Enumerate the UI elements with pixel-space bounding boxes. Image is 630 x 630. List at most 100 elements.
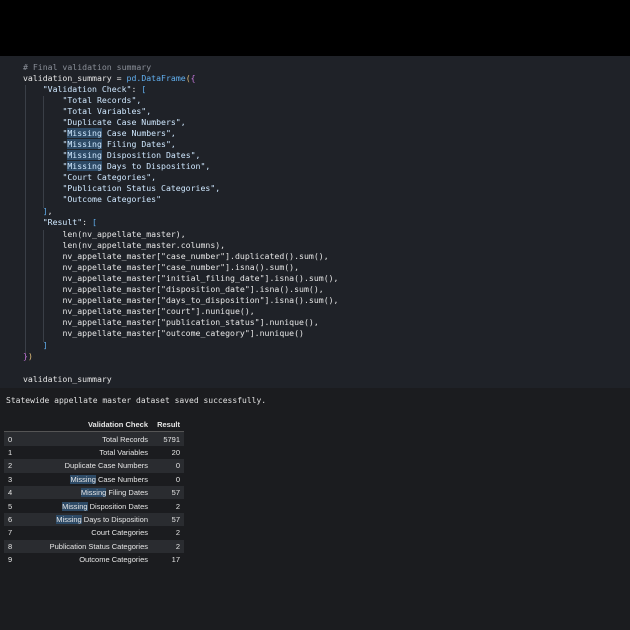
code-close-call: }) [23,351,33,362]
code-result-item: nv_appellate_master["disposition_date"].… [23,284,324,295]
code-check-item: "Total Variables", [23,106,151,117]
code-check-item: "Missing Case Numbers", [23,128,176,139]
key-check: "Validation Check" [42,84,132,94]
string-literal: , [146,106,152,116]
result-cell: 57 [171,514,180,524]
result-cell: 17 [171,555,180,565]
code-check-item: "Outcome Categories" [23,194,161,205]
bracket-close: ] [42,340,48,350]
string-literal: Days to Disposition", [101,161,211,171]
search-highlight: Missing [67,139,102,149]
table-row: 2 Duplicate Case Numbers 0 [4,459,184,473]
validation-check-cell: Publication Status Categories [49,541,148,551]
result-cell: 2 [175,528,180,538]
validation-check-cell: Missing Filing Dates [80,488,148,498]
search-highlight: Missing [56,514,82,524]
module-name: pd [126,73,137,83]
stdout-text: Statewide appellate master dataset saved… [6,396,267,405]
search-highlight: Missing [62,501,88,511]
table-row: 3 Missing Case Numbers 0 [4,472,184,486]
result-cell: 57 [171,488,180,498]
bracket-close: ] [42,206,48,216]
table-row: 9 Outcome Categories 17 [4,552,184,567]
row-index: 0 [8,434,13,444]
result-cell: 2 [175,501,180,511]
expression: len(nv_appellate_master.columns), [62,240,226,250]
code-result-item: nv_appellate_master["court"].nunique(), [23,306,255,317]
table-row: 7 Court Categories 2 [4,526,184,540]
key-result: "Result" [42,217,83,227]
dataframe-table: Validation Check Result 0 Total Records 57… [4,418,184,567]
expression: nv_appellate_master["case_number"].dupli… [62,251,329,261]
result-header: Result [152,418,184,433]
table-row: 0 Total Records 5791 [4,431,184,446]
expression: nv_appellate_master["outcome_category"].… [62,328,304,338]
row-index: 1 [8,447,13,457]
constructor-name: .DataFrame [136,73,186,83]
string-literal: Disposition Dates", [101,150,201,160]
code-result-item: nv_appellate_master["outcome_category"].… [23,328,304,339]
string-literal: "Court Categories" [62,172,152,182]
expression: nv_appellate_master["court"].nunique(), [62,306,255,316]
table-header-row: Validation Check Result [4,418,184,433]
table-row: 1 Total Variables 20 [4,445,184,460]
table-row: 6 Missing Days to Disposition 57 [4,512,184,527]
expression: nv_appellate_master["publication_status"… [62,317,319,327]
code-close-list: ], [42,206,53,216]
string-literal: "Outcome Categories" [62,194,162,204]
expression: nv_appellate_master["initial_filing_date… [62,273,339,283]
string-literal: "Publication Status Categories" [62,183,216,193]
code-result-item: nv_appellate_master["initial_filing_date… [23,273,338,284]
expression: len(nv_appellate_master), [62,229,186,239]
code-check-item: "Duplicate Case Numbers", [23,117,186,128]
string-literal: , [180,117,186,127]
validation-check-cell: Missing Disposition Dates [62,501,148,511]
assign-var: validation_summary [23,73,112,83]
validation-check-cell: Missing Case Numbers [70,474,148,484]
table-row: 4 Missing Filing Dates 57 [4,485,184,500]
table-row: 8 Publication Status Categories 2 [4,539,184,553]
result-cell: 0 [175,474,180,484]
bracket-open: [ [141,84,147,94]
validation-check-cell: Total Variables [99,447,148,457]
string-literal: "Total Records" [62,95,137,105]
row-index: 5 [8,501,13,511]
code-result-item: nv_appellate_master["case_number"].dupli… [23,251,329,262]
row-index: 4 [8,488,13,498]
string-literal: "Duplicate Case Numbers" [62,117,181,127]
code-final-expr: validation_summary [23,374,112,384]
result-cell: 20 [171,447,180,457]
string-literal: , [151,172,157,182]
code-cell[interactable]: # Final validation summary validation_su… [0,56,630,388]
validation-check-cell: Outcome Categories [79,555,148,565]
code-check-item: "Missing Days to Disposition", [23,161,210,172]
code-check-item: "Missing Filing Dates", [23,139,176,150]
validation-check-cell: Court Categories [91,528,148,538]
row-index: 7 [8,528,13,538]
validation-check-header: Validation Check [26,418,152,433]
search-highlight: Missing [67,161,102,171]
code-result-item: nv_appellate_master["days_to_disposition… [23,295,338,306]
string-literal: , [215,183,221,193]
code-key-result-line: "Result": [ [42,217,97,227]
search-highlight: Missing [67,128,102,138]
paren-close: ) [27,351,33,361]
string-literal: "Total Variables" [62,106,147,116]
code-check-item: "Missing Disposition Dates", [23,150,200,161]
row-index: 8 [8,541,13,551]
code-check-item: "Total Records", [23,95,141,106]
code-result-item: nv_appellate_master["case_number"].isna(… [23,262,299,273]
code-close-list: ] [23,340,48,351]
expression: nv_appellate_master["case_number"].isna(… [62,262,300,272]
code-result-item: len(nv_appellate_master.columns), [23,240,225,251]
search-highlight: Missing [70,474,96,484]
brace-open: { [190,73,196,83]
row-index: 9 [8,555,13,565]
expression: nv_appellate_master["days_to_disposition… [62,295,339,305]
validation-check-cell: Total Records [102,434,148,444]
code-check-item: "Publication Status Categories", [23,183,220,194]
row-index: 6 [8,514,13,524]
code-assign-line: validation_summary = pd.DataFrame({ [23,73,196,84]
expression: nv_appellate_master["disposition_date"].… [62,284,324,294]
result-cell: 2 [175,541,180,551]
